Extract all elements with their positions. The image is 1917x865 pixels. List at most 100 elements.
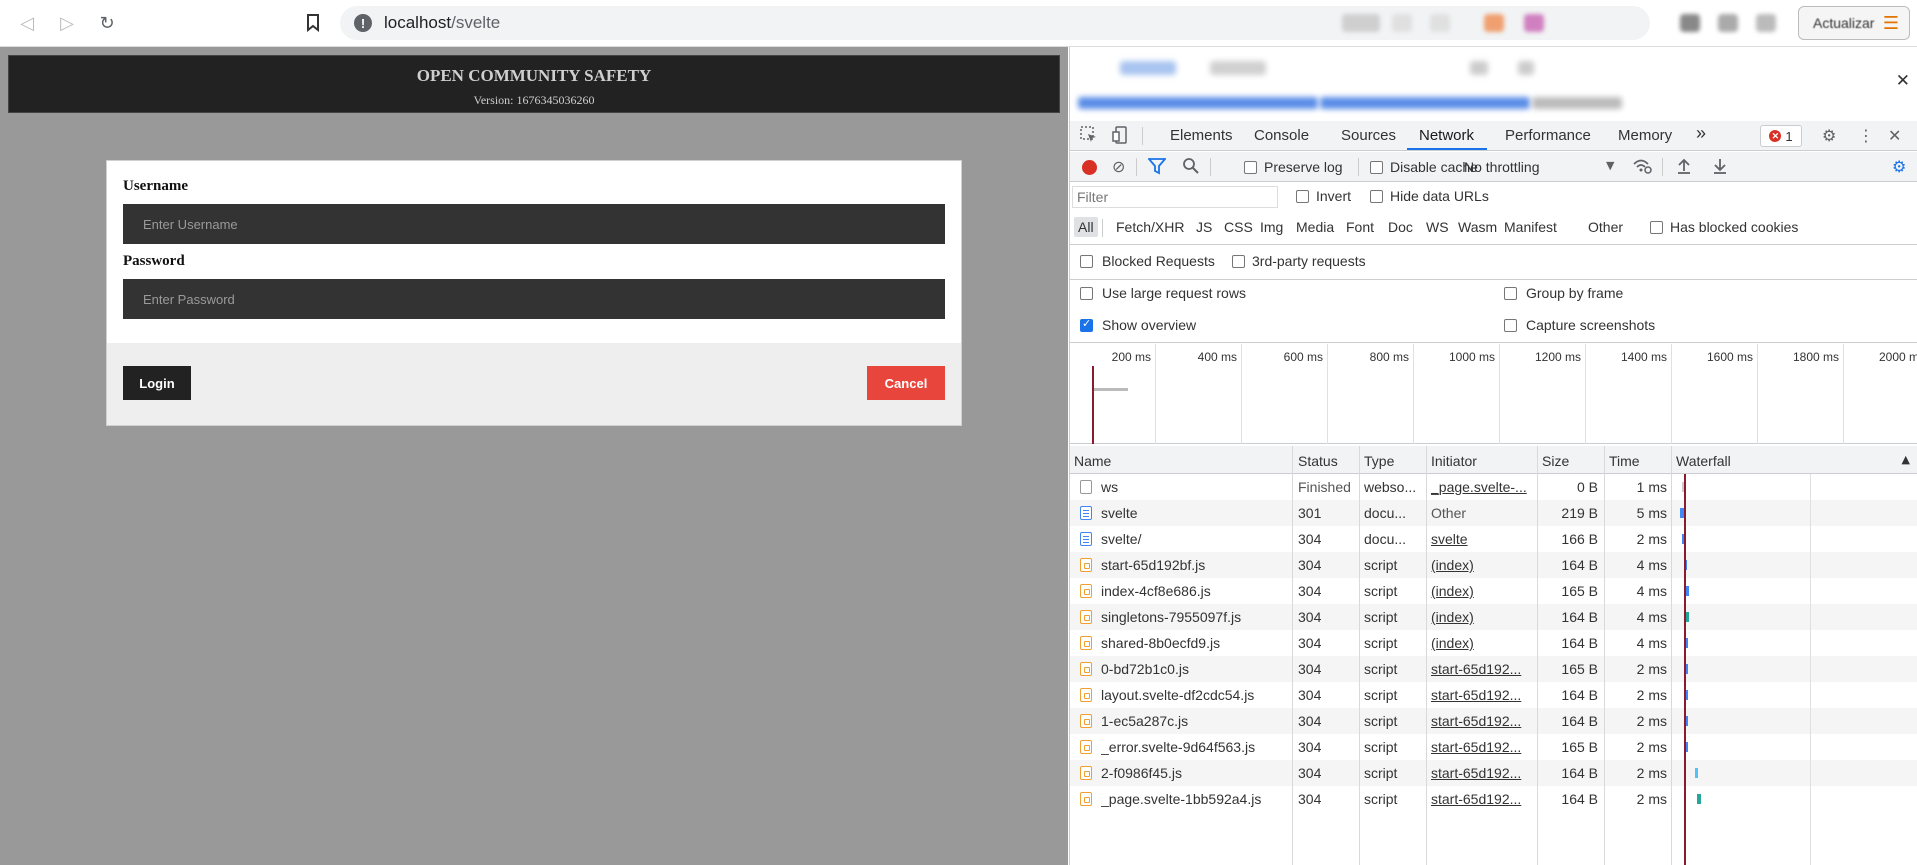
- import-har-icon[interactable]: [1676, 157, 1692, 179]
- table-row[interactable]: start-65d192bf.js 304 script (index) 164 B 4 …: [1070, 552, 1917, 578]
- filter-input[interactable]: [1072, 186, 1278, 208]
- notice-link[interactable]: [1320, 97, 1530, 109]
- cell-initiator[interactable]: start-65d192...: [1431, 765, 1533, 781]
- filter-type-img[interactable]: Img: [1256, 217, 1287, 237]
- search-icon[interactable]: [1182, 157, 1200, 179]
- password-input[interactable]: [123, 279, 945, 319]
- cell-initiator[interactable]: _page.svelte-...: [1431, 479, 1533, 495]
- record-icon[interactable]: [1082, 160, 1097, 175]
- table-row[interactable]: index-4cf8e686.js 304 script (index) 165 B 4 …: [1070, 578, 1917, 604]
- capture-screenshots-checkbox[interactable]: [1504, 319, 1517, 332]
- close-icon[interactable]: ✕: [1896, 71, 1910, 91]
- large-rows-checkbox[interactable]: [1080, 287, 1093, 300]
- login-button[interactable]: Login: [123, 366, 191, 400]
- tab-sources[interactable]: Sources: [1341, 127, 1396, 144]
- cell-initiator[interactable]: (index): [1431, 635, 1533, 651]
- extension-icon[interactable]: [1430, 14, 1450, 32]
- cell-initiator[interactable]: (index): [1431, 609, 1533, 625]
- filter-type-doc[interactable]: Doc: [1384, 217, 1417, 237]
- cell-initiator[interactable]: start-65d192...: [1431, 687, 1533, 703]
- has-blocked-cookies-checkbox[interactable]: [1650, 221, 1663, 234]
- error-count-badge[interactable]: ✕ 1: [1760, 125, 1802, 147]
- network-settings-gear-icon[interactable]: ⚙: [1892, 157, 1906, 176]
- filter-type-wasm[interactable]: Wasm: [1454, 217, 1501, 237]
- settings-gear-icon[interactable]: ⚙: [1822, 126, 1836, 145]
- table-row[interactable]: _error.svelte-9d64f563.js 304 script start-…: [1070, 734, 1917, 760]
- extension-icon[interactable]: [1342, 14, 1380, 32]
- network-overview[interactable]: 200 ms 400 ms 600 ms 800 ms 1000 ms 1200 ms 14…: [1070, 344, 1917, 444]
- filter-icon[interactable]: [1147, 157, 1167, 179]
- column-divider[interactable]: [1292, 446, 1293, 865]
- bookmark-icon[interactable]: [300, 10, 326, 36]
- tab-memory[interactable]: Memory: [1618, 127, 1672, 144]
- table-row[interactable]: shared-8b0ecfd9.js 304 script (index) 164 B 4…: [1070, 630, 1917, 656]
- filter-type-all[interactable]: All: [1074, 217, 1098, 237]
- tab-console[interactable]: Console: [1254, 127, 1309, 144]
- tab-performance[interactable]: Performance: [1505, 127, 1591, 144]
- table-row[interactable]: layout.svelte-df2cdc54.js 304 script start-…: [1070, 682, 1917, 708]
- column-type[interactable]: Type: [1364, 453, 1394, 469]
- table-row[interactable]: svelte/304 docu... svelte 166 B 2 ms: [1070, 526, 1917, 552]
- filter-type-other[interactable]: Other: [1584, 217, 1627, 237]
- preserve-log-checkbox[interactable]: [1244, 161, 1257, 174]
- profile-icon[interactable]: [1756, 14, 1776, 32]
- hide-data-urls-checkbox[interactable]: [1370, 190, 1383, 203]
- column-time[interactable]: Time: [1609, 453, 1640, 469]
- filter-type-js[interactable]: JS: [1192, 217, 1216, 237]
- column-divider[interactable]: [1537, 446, 1538, 865]
- column-divider[interactable]: [1671, 446, 1672, 865]
- cancel-button[interactable]: Cancel: [867, 366, 945, 400]
- sort-ascending-icon[interactable]: ▲: [1902, 453, 1910, 466]
- close-devtools-icon[interactable]: ✕: [1888, 126, 1901, 145]
- notice-tab[interactable]: [1210, 61, 1266, 75]
- url-text[interactable]: localhost/svelte: [384, 13, 500, 33]
- throttling-select[interactable]: No throttling: [1464, 159, 1539, 175]
- table-row[interactable]: ws Finished webso... _page.svelte-... 0 B 1 m…: [1070, 474, 1917, 500]
- column-size[interactable]: Size: [1542, 453, 1569, 469]
- extension-icon[interactable]: [1524, 14, 1544, 32]
- notice-link[interactable]: [1078, 97, 1318, 109]
- table-row[interactable]: singletons-7955097f.js 304 script (index) 16…: [1070, 604, 1917, 630]
- column-status[interactable]: Status: [1298, 453, 1338, 469]
- address-bar[interactable]: ! localhost/svelte: [340, 6, 1650, 40]
- extension-icon[interactable]: [1392, 14, 1412, 32]
- kebab-menu-icon[interactable]: ⋮: [1858, 126, 1874, 145]
- table-row[interactable]: 0-bd72b1c0.js 304 script start-65d192... 165…: [1070, 656, 1917, 682]
- filter-type-media[interactable]: Media: [1292, 217, 1338, 237]
- extension-icon[interactable]: [1484, 14, 1504, 32]
- reload-icon[interactable]: ↻: [94, 10, 120, 36]
- filter-type-font[interactable]: Font: [1342, 217, 1378, 237]
- third-party-checkbox[interactable]: [1232, 255, 1245, 268]
- table-row[interactable]: svelte 301 docu... Other 219 B 5 ms: [1070, 500, 1917, 526]
- column-divider[interactable]: [1426, 446, 1427, 865]
- column-waterfall[interactable]: Waterfall: [1676, 453, 1731, 469]
- cell-initiator[interactable]: start-65d192...: [1431, 713, 1533, 729]
- column-divider[interactable]: [1604, 446, 1605, 865]
- cell-initiator[interactable]: svelte: [1431, 531, 1533, 547]
- filter-type-fetch-xhr[interactable]: Fetch/XHR: [1112, 217, 1188, 237]
- tab-network[interactable]: Network: [1419, 127, 1474, 144]
- notice-tab[interactable]: [1120, 61, 1176, 75]
- chevron-down-icon[interactable]: ▼: [1606, 159, 1614, 172]
- cell-initiator[interactable]: (index): [1431, 583, 1533, 599]
- clear-icon[interactable]: ⊘: [1112, 157, 1125, 176]
- column-initiator[interactable]: Initiator: [1431, 453, 1477, 469]
- site-info-icon[interactable]: !: [354, 14, 372, 32]
- table-row[interactable]: 1-ec5a287c.js 304 script start-65d192... 164…: [1070, 708, 1917, 734]
- disable-cache-checkbox[interactable]: [1370, 161, 1383, 174]
- blocked-requests-checkbox[interactable]: [1080, 255, 1093, 268]
- update-button[interactable]: Actualizar ☰: [1798, 6, 1910, 40]
- network-conditions-icon[interactable]: [1632, 157, 1652, 179]
- inspect-icon[interactable]: [1080, 126, 1098, 148]
- extension-icon[interactable]: [1680, 14, 1700, 32]
- cell-initiator[interactable]: start-65d192...: [1431, 791, 1533, 807]
- cell-initiator[interactable]: (index): [1431, 557, 1533, 573]
- group-by-frame-checkbox[interactable]: [1504, 287, 1517, 300]
- username-input[interactable]: [123, 204, 945, 244]
- show-overview-checkbox[interactable]: [1080, 317, 1093, 332]
- column-divider[interactable]: [1359, 446, 1360, 865]
- filter-type-css[interactable]: CSS: [1220, 217, 1257, 237]
- filter-type-ws[interactable]: WS: [1422, 217, 1453, 237]
- more-tabs-icon[interactable]: »: [1696, 123, 1706, 144]
- column-name[interactable]: Name: [1074, 453, 1111, 469]
